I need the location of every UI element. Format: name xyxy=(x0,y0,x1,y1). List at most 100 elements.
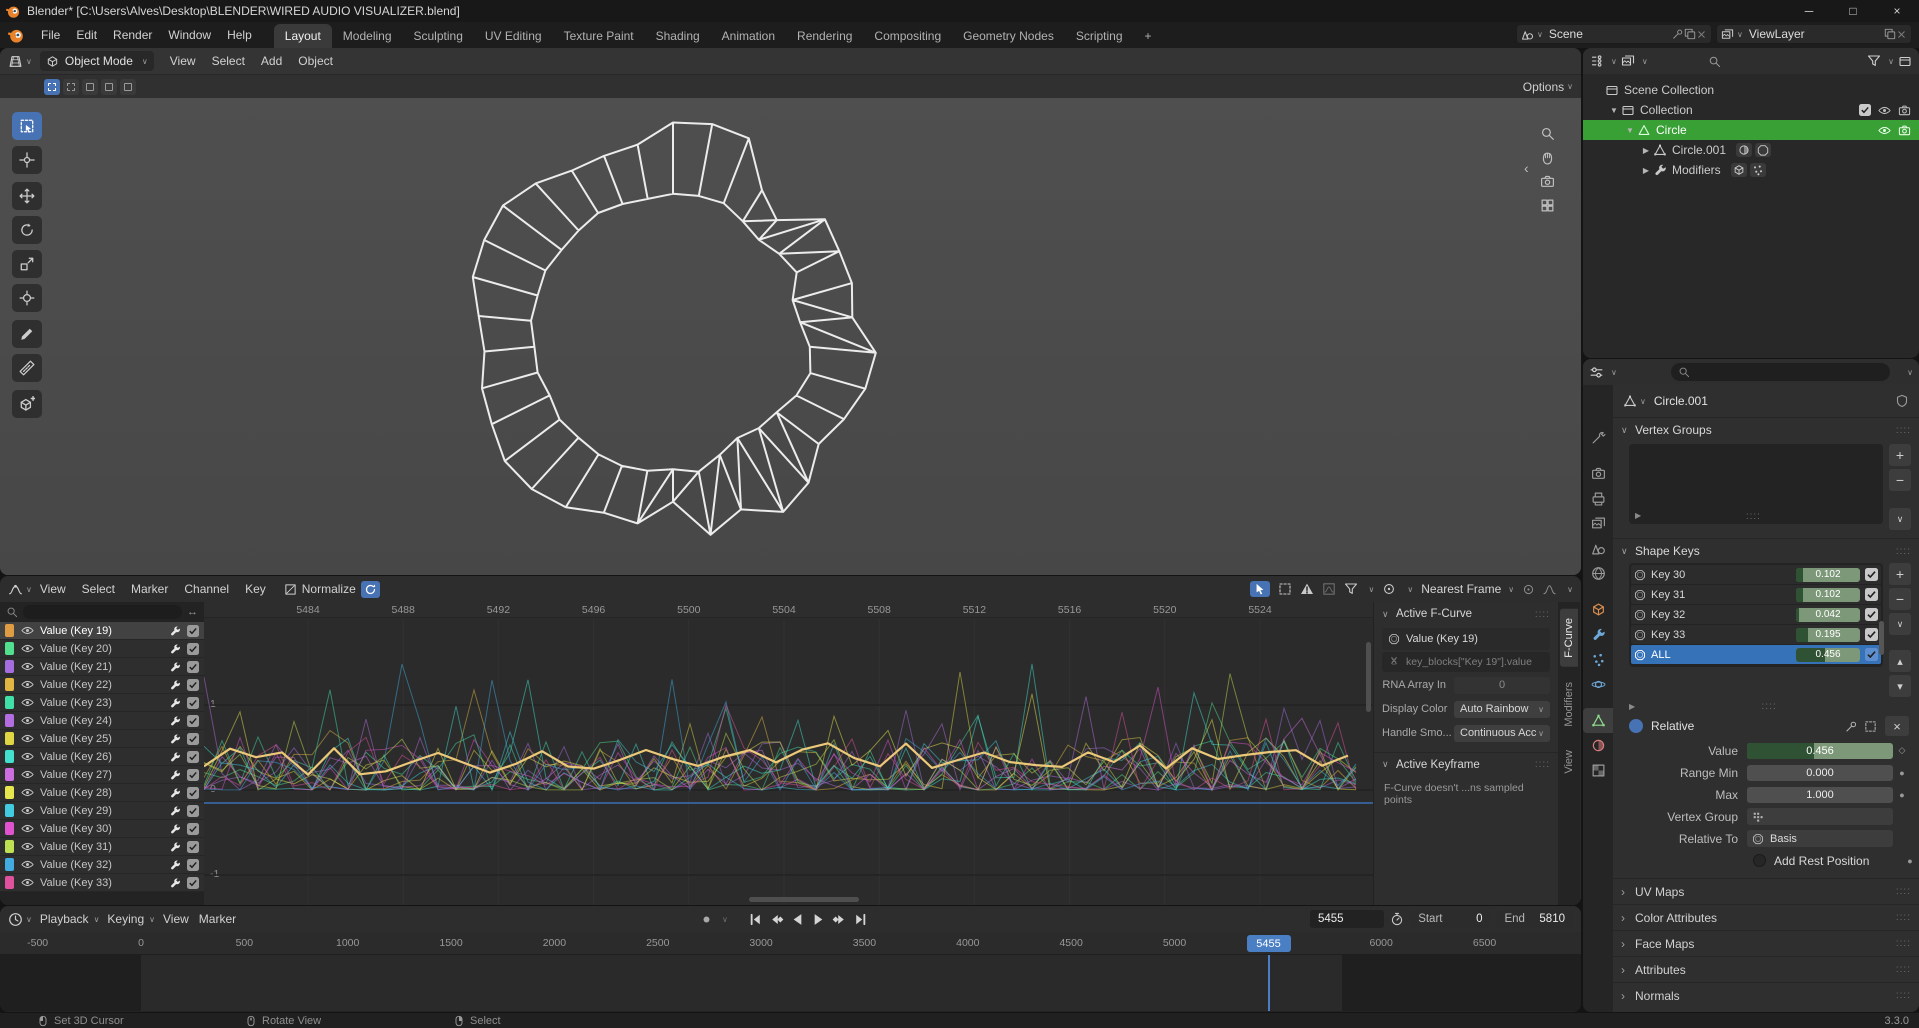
expander-icon[interactable]: ▶ xyxy=(1639,166,1653,175)
properties-tab-world[interactable] xyxy=(1583,561,1613,586)
workspace-tab-uv-editing[interactable]: UV Editing xyxy=(474,24,553,48)
shape-key-value-slider[interactable]: 0.042 xyxy=(1796,608,1860,622)
sidebar-tab-f-curve[interactable]: F-Curve xyxy=(1560,609,1578,667)
workspace-tab-texture-paint[interactable]: Texture Paint xyxy=(553,24,645,48)
panel-face-maps[interactable]: ›Face Maps:::: xyxy=(1613,930,1919,956)
shape-key-mute-checkbox[interactable] xyxy=(1865,608,1878,621)
auto-normalize-button[interactable] xyxy=(361,581,380,598)
viewport-canvas[interactable]: ‹ xyxy=(0,98,1581,575)
eye-icon[interactable] xyxy=(21,768,34,781)
pin-icon[interactable] xyxy=(1672,28,1684,40)
wrench-icon[interactable] xyxy=(169,661,181,673)
channel-mute-checkbox[interactable] xyxy=(187,841,199,853)
properties-tab-physics[interactable] xyxy=(1583,672,1613,697)
workspace-tab-scripting[interactable]: Scripting xyxy=(1065,24,1134,48)
eye-icon[interactable] xyxy=(21,732,34,745)
cursor-toggle[interactable] xyxy=(1250,581,1270,597)
add-button[interactable]: + xyxy=(1889,444,1911,466)
copy-icon[interactable] xyxy=(1684,28,1696,40)
channel-mute-checkbox[interactable] xyxy=(187,823,199,835)
select-mode-5[interactable] xyxy=(120,79,136,95)
workspace-tab-sculpting[interactable]: Sculpting xyxy=(403,24,474,48)
properties-tab-tool[interactable] xyxy=(1583,425,1613,450)
view-layer-selector[interactable]: ∨ViewLayer xyxy=(1716,24,1912,44)
shape-key-mute-checkbox[interactable] xyxy=(1865,648,1878,661)
outliner-row-scene-collection[interactable]: Scene Collection xyxy=(1583,80,1919,100)
shape-key-row-key-31[interactable]: Key 310.102 xyxy=(1631,585,1881,604)
shape-key-mute-checkbox[interactable] xyxy=(1865,568,1878,581)
shape-key-row-key-33[interactable]: Key 330.195 xyxy=(1631,625,1881,644)
fcurve-editor-icon[interactable] xyxy=(8,582,23,597)
add-rest-checkbox[interactable] xyxy=(1753,854,1766,867)
pointer-icon[interactable] xyxy=(1254,583,1266,595)
timeline-menu-view[interactable]: View xyxy=(161,912,191,926)
value-slider[interactable]: 0.456 xyxy=(1747,743,1893,759)
channel-mute-checkbox[interactable] xyxy=(187,751,199,763)
channel-mute-checkbox[interactable] xyxy=(187,643,199,655)
prev-keyframe-icon[interactable] xyxy=(769,912,784,927)
wrench-icon[interactable] xyxy=(169,877,181,889)
move-up-button[interactable]: ▴ xyxy=(1889,650,1911,672)
properties-tab-data[interactable] xyxy=(1583,708,1613,733)
specials-dropdown[interactable]: ∨ xyxy=(1889,508,1911,530)
number-field[interactable]: 1.000 xyxy=(1747,787,1893,803)
play-reverse-icon[interactable] xyxy=(790,912,805,927)
channel-row-key-29[interactable]: Value (Key 29) xyxy=(0,802,204,820)
wrench-icon[interactable] xyxy=(169,751,181,763)
outliner[interactable]: ∨∨∨Scene Collection▼Collection▼Circle▶Ci… xyxy=(1583,48,1919,358)
stopwatch-icon[interactable] xyxy=(1390,912,1404,926)
shape-key-value-slider[interactable]: 0.102 xyxy=(1796,568,1860,582)
number-field[interactable]: 0.000 xyxy=(1747,765,1893,781)
eye-icon[interactable] xyxy=(21,822,34,835)
bell-icon[interactable] xyxy=(1543,583,1556,596)
properties-tab-scene[interactable] xyxy=(1583,536,1613,561)
channel-mute-checkbox[interactable] xyxy=(187,877,199,889)
timeline-menu-keying[interactable]: Keying∨ xyxy=(105,912,155,926)
h-scrollbar[interactable] xyxy=(749,897,859,902)
start-frame-field[interactable]: Start0 xyxy=(1410,910,1490,928)
particles-badge[interactable] xyxy=(1750,163,1766,177)
relative-to-dropdown[interactable]: Basis xyxy=(1747,830,1893,847)
timeline-editor[interactable]: ∨Playback∨Keying∨ViewMarker∨5455Start0En… xyxy=(0,906,1581,1012)
wrench-icon[interactable] xyxy=(169,769,181,781)
channel-mute-checkbox[interactable] xyxy=(187,787,199,799)
shape-key-row-all[interactable]: ALL0.456 xyxy=(1631,645,1881,664)
shape-key-specials-dropdown[interactable]: ∨ xyxy=(1889,613,1911,635)
shape-key-value-slider[interactable]: 0.195 xyxy=(1796,628,1860,642)
properties-tab-view-layer[interactable] xyxy=(1583,511,1613,536)
options-dropdown[interactable]: Options∨ xyxy=(1523,80,1573,94)
channel-row-key-23[interactable]: Value (Key 23) xyxy=(0,694,204,712)
target-icon[interactable] xyxy=(1382,582,1396,596)
panel-uv-maps[interactable]: ›UV Maps:::: xyxy=(1613,878,1919,904)
channel-row-key-21[interactable]: Value (Key 21) xyxy=(0,658,204,676)
animate-dot-icon[interactable]: ● xyxy=(1901,856,1919,866)
normalize-icon[interactable] xyxy=(284,583,297,596)
select-mode-4[interactable] xyxy=(101,79,117,95)
active-fcurve-panel-header[interactable]: ∨Active F-Curve:::: xyxy=(1374,602,1558,626)
channel-row-key-33[interactable]: Value (Key 33) xyxy=(0,874,204,892)
viewport-menu-view[interactable]: View xyxy=(162,54,204,68)
panel-color-attributes[interactable]: ›Color Attributes:::: xyxy=(1613,904,1919,930)
sidebar-tab-view[interactable]: View xyxy=(1560,741,1578,783)
viewport-menu-select[interactable]: Select xyxy=(204,54,253,68)
wrench-icon[interactable] xyxy=(169,841,181,853)
eye-icon[interactable] xyxy=(21,642,34,655)
pin-icon[interactable] xyxy=(1845,720,1858,733)
current-frame-badge[interactable]: 5455 xyxy=(1247,935,1291,952)
channel-row-key-27[interactable]: Value (Key 27) xyxy=(0,766,204,784)
animate-dot-icon[interactable]: ● xyxy=(1893,768,1911,778)
eye-icon[interactable] xyxy=(21,696,34,709)
exclude-checkbox[interactable] xyxy=(1859,104,1871,116)
normalize-toggle[interactable]: Normalize xyxy=(297,582,361,596)
props-editor-icon[interactable] xyxy=(1589,365,1604,380)
shape-key-row-key-32[interactable]: Key 320.042 xyxy=(1631,605,1881,624)
vertex-group-field[interactable] xyxy=(1747,808,1893,825)
eye-icon[interactable] xyxy=(21,804,34,817)
shape-key-mute-checkbox[interactable] xyxy=(1865,588,1878,601)
refresh-icon[interactable] xyxy=(364,583,377,596)
clock-icon[interactable] xyxy=(8,912,23,927)
outliner-row-modifiers[interactable]: ▶Modifiers xyxy=(1583,160,1919,180)
properties-editor[interactable]: ∨∨∨Circle.001∨Vertex Groups::::▶::::+−∨∨… xyxy=(1583,359,1919,1012)
camera-icon[interactable] xyxy=(1898,124,1911,137)
channel-row-key-24[interactable]: Value (Key 24) xyxy=(0,712,204,730)
